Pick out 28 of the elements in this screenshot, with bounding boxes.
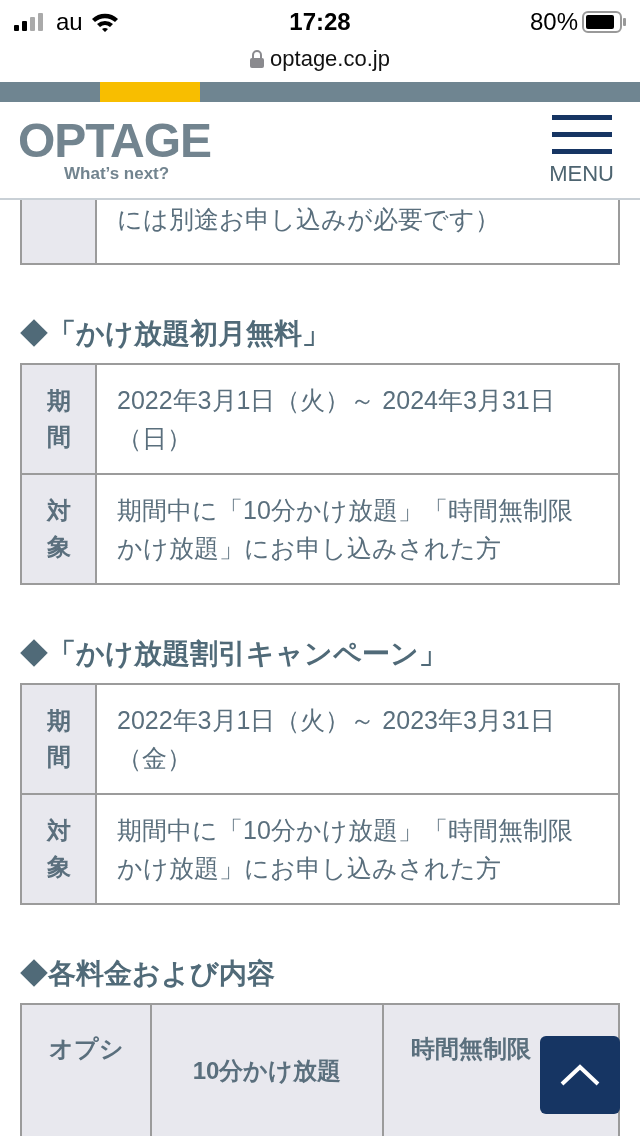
column-header: 10分かけ放題 xyxy=(192,1057,342,1084)
logo-text[interactable]: OPTAGE xyxy=(18,116,212,165)
label-cell: 期間 xyxy=(22,685,97,793)
url-text: optage.co.jp xyxy=(270,45,390,73)
table-cell-text: 2022年3月1日（火）～ 2024年3月31日（日） xyxy=(116,385,556,454)
section-heading: ◆各料金および内容 xyxy=(20,957,276,991)
table-cell-text: 期間中に「10分かけ放題」「時間無制限かけ放題」にお申し込みされた方 xyxy=(116,495,574,564)
menu-button[interactable]: MENU xyxy=(549,115,614,185)
wifi-icon xyxy=(90,12,119,32)
clock: 17:28 xyxy=(288,7,352,37)
table-cell-text: 期間中に「10分かけ放題」「時間無制限かけ放題」にお申し込みされた方 xyxy=(116,815,574,884)
lock-icon xyxy=(250,49,265,68)
column-header: 時間無制限 xyxy=(411,1035,531,1062)
label-cell: 対象 xyxy=(22,795,97,903)
back-to-top-button[interactable] xyxy=(540,1036,620,1114)
table-cell-text: 2022年3月1日（火）～ 2023年3月31日（金） xyxy=(116,705,556,774)
carrier-label: au xyxy=(56,7,83,37)
table-cell-text: には別途お申し込みが必要です） xyxy=(116,204,501,235)
battery-percent: 80% xyxy=(529,7,578,37)
label-cell: 期間 xyxy=(22,365,97,473)
tagline: What’s next? xyxy=(64,164,171,184)
chevron-up-icon xyxy=(560,1064,600,1086)
label-cell: 対象 xyxy=(22,475,97,583)
column-header: オプシ xyxy=(48,1035,124,1062)
section-heading: ◆「かけ放題初月無料」 xyxy=(20,317,331,351)
menu-icon xyxy=(551,115,612,155)
section-heading: ◆「かけ放題割引キャンペーン」 xyxy=(20,637,448,671)
battery-icon xyxy=(582,11,626,33)
